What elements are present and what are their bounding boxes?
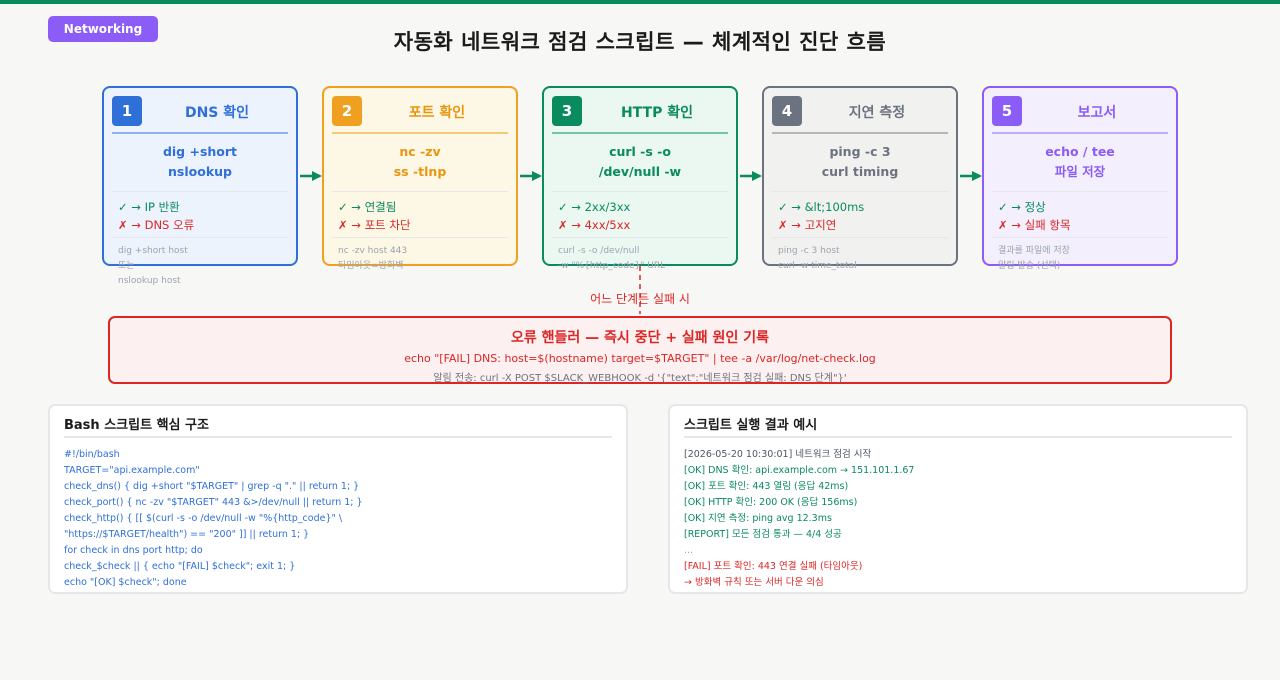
- output-line: [REPORT] 모든 점검 통과 — 4/4 성공: [684, 529, 842, 540]
- step-success-result: ✓ → IP 반환: [118, 200, 180, 214]
- step-note-line: ping -c 3 host: [778, 246, 840, 256]
- top-accent-bar: [0, 0, 1280, 4]
- step-note: curl -s -o /dev/null -w "%{http_code}" U…: [552, 238, 728, 274]
- code-line: check_$check || { echo "[FAIL] $check"; …: [64, 561, 296, 572]
- step-success-result: ✓ → 2xx/3xx: [558, 200, 631, 214]
- step-note-line: 알림 발송 (선택): [998, 261, 1061, 271]
- script-code: #!/bin/bash TARGET="api.example.com" che…: [64, 438, 612, 591]
- script-panel-title: Bash 스크립트 핵심 구조: [64, 406, 612, 438]
- step-command: curl timing: [821, 164, 899, 179]
- step-title: 보고서: [1077, 105, 1117, 121]
- step-command: /dev/null -w: [598, 164, 682, 179]
- step-command: ss -tlnp: [393, 164, 447, 179]
- step-commands: ping -c 3 curl timing: [772, 134, 948, 192]
- step-header: 4 지연 측정: [772, 88, 948, 134]
- step-number: 2: [332, 96, 362, 126]
- step-header: 1 DNS 확인: [112, 88, 288, 134]
- step-success-result: ✓ → 정상: [998, 200, 1046, 214]
- script-panel: Bash 스크립트 핵심 구조 #!/bin/bash TARGET="api.…: [48, 404, 628, 594]
- step-failure-result: ✗ → 포트 차단: [338, 218, 411, 232]
- step-note-line: dig +short host: [118, 246, 188, 256]
- output-line: [OK] 지연 측정: ping avg 12.3ms: [684, 513, 832, 524]
- output-line: → 방화벽 규칙 또는 서버 다운 의심: [684, 577, 824, 588]
- step-failure-result: ✗ → 고지연: [778, 218, 837, 232]
- step-dns: 1 DNS 확인 dig +short nslookup ✓ → IP 반환 ✗…: [102, 86, 298, 286]
- step-commands: curl -s -o /dev/null -w: [552, 134, 728, 192]
- result-output: [2026-05-20 10:30:01] 네트워크 점검 시작 [OK] DN…: [684, 438, 1232, 591]
- step-number: 4: [772, 96, 802, 126]
- page-title: 자동화 네트워크 점검 스크립트 — 체계적인 진단 흐름: [393, 30, 887, 54]
- code-line: echo "[OK] $check"; done: [64, 577, 187, 588]
- code-line: TARGET="api.example.com": [64, 465, 200, 476]
- step-command: dig +short: [162, 144, 238, 159]
- code-line: check_http() { [[ $(curl -s -o /dev/null…: [64, 513, 343, 524]
- output-line: [FAIL] 포트 확인: 443 연결 실패 (타임아웃): [684, 561, 863, 572]
- error-handler-alert: 알림 전송: curl -X POST $SLACK_WEBHOOK -d '{…: [433, 373, 847, 384]
- step-note: nc -zv host 443 타임아웃=방화벽: [332, 238, 508, 274]
- step-note: ping -c 3 host curl -w time_total: [772, 238, 948, 274]
- output-line: [OK] HTTP 확인: 200 OK (응답 156ms): [684, 497, 858, 508]
- step-results: ✓ → 2xx/3xx ✗ → 4xx/5xx: [552, 192, 728, 238]
- step-port: 2 포트 확인 nc -zv ss -tlnp ✓ → 연결됨 ✗ → 포트 차…: [322, 86, 518, 271]
- step-number: 3: [552, 96, 582, 126]
- step-note-line: nc -zv host 443: [338, 246, 408, 256]
- step-command: echo / tee: [1045, 144, 1115, 159]
- step-header: 5 보고서: [992, 88, 1168, 134]
- step-note-line: 결과를 파일에 저장: [998, 246, 1070, 256]
- step-note: dig +short host 또는 nslookup host: [112, 238, 288, 289]
- step-note-line: 또는: [118, 261, 135, 271]
- step-note-line: 타임아웃=방화벽: [338, 261, 404, 271]
- step-number: 5: [992, 96, 1022, 126]
- step-note: 결과를 파일에 저장 알림 발송 (선택): [992, 238, 1168, 274]
- step-command: 파일 저장: [1054, 164, 1106, 179]
- result-panel: 스크립트 실행 결과 예시 [2026-05-20 10:30:01] 네트워크…: [668, 404, 1248, 594]
- step-results: ✓ → IP 반환 ✗ → DNS 오류: [112, 192, 288, 238]
- step-failure-result: ✗ → 실패 항목: [998, 218, 1071, 232]
- output-line: ...: [684, 545, 694, 556]
- step-number: 1: [112, 96, 142, 126]
- step-note-line: nslookup host: [118, 276, 181, 286]
- error-handler-title: 오류 핸들러 — 즉시 중단 + 실패 원인 기록: [511, 330, 769, 346]
- step-results: ✓ → 정상 ✗ → 실패 항목: [992, 192, 1168, 238]
- step-success-result: ✓ → 연결됨: [338, 200, 397, 214]
- step-http: 3 HTTP 확인 curl -s -o /dev/null -w ✓ → 2x…: [542, 86, 738, 271]
- step-latency: 4 지연 측정 ping -c 3 curl timing ✓ → &lt;10…: [762, 86, 958, 271]
- step-title: 지연 측정: [848, 105, 906, 121]
- step-command: curl -s -o: [609, 144, 671, 159]
- step-commands: echo / tee 파일 저장: [992, 134, 1168, 192]
- step-command: ping -c 3: [829, 144, 891, 159]
- step-title: HTTP 확인: [620, 105, 694, 121]
- output-line: [OK] 포트 확인: 443 열림 (응답 42ms): [684, 481, 849, 492]
- error-handler-box: 오류 핸들러 — 즉시 중단 + 실패 원인 기록 echo "[FAIL] D…: [108, 316, 1172, 384]
- output-line: [2026-05-20 10:30:01] 네트워크 점검 시작: [684, 449, 872, 460]
- code-line: check_dns() { dig +short "$TARGET" | gre…: [64, 481, 360, 492]
- step-results: ✓ → 연결됨 ✗ → 포트 차단: [332, 192, 508, 238]
- step-note-line: -w "%{http_code}" URL: [558, 261, 666, 271]
- step-command: nslookup: [168, 164, 232, 179]
- step-commands: nc -zv ss -tlnp: [332, 134, 508, 192]
- step-failure-result: ✗ → DNS 오류: [118, 218, 195, 232]
- step-commands: dig +short nslookup: [112, 134, 288, 192]
- step-note-line: curl -s -o /dev/null: [558, 246, 640, 256]
- step-results: ✓ → &lt;100ms ✗ → 고지연: [772, 192, 948, 238]
- step-failure-result: ✗ → 4xx/5xx: [558, 218, 631, 232]
- step-title: DNS 확인: [184, 105, 250, 121]
- step-note-line: curl -w time_total: [778, 261, 857, 271]
- code-line: for check in dns port http; do: [64, 545, 203, 556]
- error-handler-command: echo "[FAIL] DNS: host=$(hostname) targe…: [404, 352, 876, 365]
- step-success-result: ✓ → &lt;100ms: [778, 200, 865, 214]
- fail-label: 어느 단계든 실패 시: [590, 292, 690, 306]
- step-header: 2 포트 확인: [332, 88, 508, 134]
- step-report: 5 보고서 echo / tee 파일 저장 ✓ → 정상 ✗ → 실패 항목 …: [982, 86, 1178, 271]
- step-title: 포트 확인: [408, 105, 466, 121]
- step-header: 3 HTTP 확인: [552, 88, 728, 134]
- result-panel-title: 스크립트 실행 결과 예시: [684, 406, 1232, 438]
- code-line: #!/bin/bash: [64, 449, 120, 460]
- step-command: nc -zv: [399, 144, 441, 159]
- code-line: "https://$TARGET/health") == "200" ]] ||…: [64, 529, 310, 540]
- code-line: check_port() { nc -zv "$TARGET" 443 &>/d…: [64, 497, 363, 508]
- output-line: [OK] DNS 확인: api.example.com → 151.101.1…: [684, 465, 915, 476]
